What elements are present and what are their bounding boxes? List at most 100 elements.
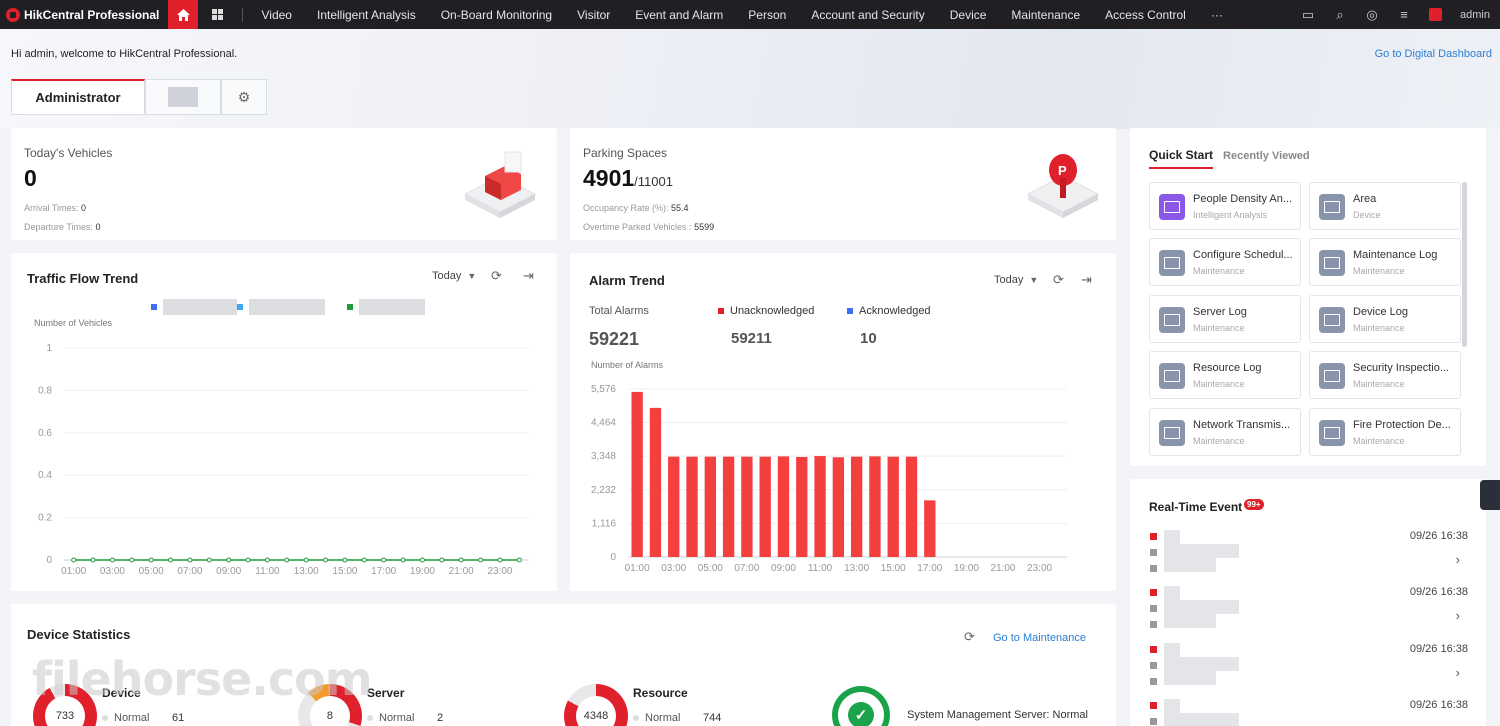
compass-icon[interactable]: ◎ bbox=[1365, 7, 1379, 22]
legend-swatch bbox=[347, 304, 353, 310]
tab-custom[interactable] bbox=[145, 79, 221, 115]
alarm-bar bbox=[649, 407, 662, 557]
maintenance-icon bbox=[1319, 363, 1345, 389]
tab-quick-start[interactable]: Quick Start bbox=[1149, 148, 1214, 169]
event-level-icon bbox=[1150, 589, 1157, 596]
x-tick-label: 13:00 bbox=[844, 563, 869, 574]
x-tick-label: 11:00 bbox=[255, 566, 280, 577]
list-icon[interactable]: ≡ bbox=[1397, 7, 1411, 22]
redacted-legend-label bbox=[359, 299, 425, 315]
tile-name: Network Transmis... bbox=[1193, 419, 1291, 431]
redacted-event-detail bbox=[1164, 671, 1216, 685]
event-row[interactable]: 09/26 16:38 › bbox=[1150, 586, 1470, 642]
quick-start-tile[interactable]: Security Inspectio... Maintenance bbox=[1309, 351, 1461, 399]
quick-start-tile[interactable]: Area Device bbox=[1309, 182, 1461, 230]
alarm-bar bbox=[759, 456, 771, 557]
home-button[interactable] bbox=[168, 0, 198, 29]
x-tick-label: 15:00 bbox=[881, 563, 906, 574]
redacted-event-detail bbox=[1164, 558, 1216, 572]
nav-item-intelligent-analysis[interactable]: Intelligent Analysis bbox=[304, 8, 428, 22]
quick-start-tabs: Quick Start Recently Viewed bbox=[1149, 148, 1310, 169]
tile-name: Area bbox=[1353, 193, 1377, 205]
quick-start-tile[interactable]: Maintenance Log Maintenance bbox=[1309, 238, 1461, 286]
legend-item[interactable] bbox=[151, 299, 237, 315]
tile-name: People Density An... bbox=[1193, 193, 1293, 205]
y-tick-label: 4,464 bbox=[591, 418, 616, 429]
export-icon[interactable]: ⇥ bbox=[1081, 272, 1092, 288]
system-server-ring[interactable]: ✓ bbox=[832, 686, 890, 726]
vehicle-illustration-icon bbox=[463, 151, 537, 218]
nav-item-access-control[interactable]: Access Control bbox=[1093, 8, 1199, 22]
quick-start-tile[interactable]: Server Log Maintenance bbox=[1149, 295, 1301, 343]
search-icon[interactable]: ⌕ bbox=[1333, 7, 1347, 22]
nav-item-maintenance[interactable]: Maintenance bbox=[999, 8, 1093, 22]
data-point bbox=[187, 557, 193, 563]
event-row[interactable]: 09/26 16:38 › bbox=[1150, 530, 1470, 586]
alarm-bar bbox=[869, 456, 881, 557]
folder-icon[interactable]: ▭ bbox=[1301, 7, 1315, 22]
refresh-icon[interactable]: ⟳ bbox=[491, 268, 502, 284]
overtime-value: 5599 bbox=[694, 222, 715, 232]
quick-start-tile[interactable]: Resource Log Maintenance bbox=[1149, 351, 1301, 399]
quick-start-tile[interactable]: People Density An... Intelligent Analysi… bbox=[1149, 182, 1301, 230]
refresh-icon[interactable]: ⟳ bbox=[964, 629, 975, 645]
nav-item-on-board-monitoring[interactable]: On-Board Monitoring bbox=[428, 8, 564, 22]
occupancy-label: Occupancy Rate (%): bbox=[583, 203, 669, 213]
quick-start-tile[interactable]: Fire Protection De... Maintenance bbox=[1309, 408, 1461, 456]
alarm-bar bbox=[668, 456, 680, 557]
legend-item[interactable] bbox=[347, 299, 425, 315]
tab-administrator[interactable]: Administrator bbox=[11, 79, 145, 115]
chevron-right-icon[interactable]: › bbox=[1456, 665, 1460, 680]
unacknowledged-label: Unacknowledged bbox=[730, 305, 815, 317]
nav-item-visitor[interactable]: Visitor bbox=[565, 8, 623, 22]
app-grid-button[interactable] bbox=[198, 0, 236, 29]
maintenance-icon bbox=[1159, 250, 1185, 276]
side-panel-handle[interactable] bbox=[1480, 480, 1500, 510]
tab-recently-viewed[interactable]: Recently Viewed bbox=[1223, 150, 1310, 162]
event-row[interactable]: 09/26 16:38 bbox=[1150, 699, 1470, 726]
gear-icon: ⚙ bbox=[237, 88, 251, 105]
home-icon bbox=[176, 8, 190, 21]
user-menu[interactable]: admin bbox=[1460, 9, 1490, 21]
event-row[interactable]: 09/26 16:38 › bbox=[1150, 643, 1470, 699]
data-point bbox=[419, 557, 425, 563]
quick-start-tile[interactable]: Device Log Maintenance bbox=[1309, 295, 1461, 343]
legend-item[interactable] bbox=[237, 299, 325, 315]
nav-item-event-and-alarm[interactable]: Event and Alarm bbox=[623, 8, 736, 22]
nav-item-account-and-security[interactable]: Account and Security bbox=[799, 8, 937, 22]
alarm-range-select[interactable]: Today ▼ bbox=[994, 274, 1038, 286]
resource-status-ring[interactable]: 4348 bbox=[564, 684, 628, 726]
nav-item-device[interactable]: Device bbox=[937, 8, 999, 22]
data-point bbox=[497, 557, 503, 563]
quick-start-tile[interactable]: Network Transmis... Maintenance bbox=[1149, 408, 1301, 456]
resource-normal-value: 744 bbox=[703, 712, 722, 724]
people-density-icon bbox=[1159, 194, 1185, 220]
refresh-icon[interactable]: ⟳ bbox=[1053, 272, 1064, 288]
brand[interactable]: HikCentral Professional bbox=[0, 7, 168, 22]
go-to-maintenance-link[interactable]: Go to Maintenance bbox=[993, 632, 1086, 644]
x-tick-label: 07:00 bbox=[734, 563, 759, 574]
data-point bbox=[323, 557, 329, 563]
event-time: 09/26 16:38 bbox=[1409, 586, 1468, 598]
data-point bbox=[206, 557, 212, 563]
tab-settings-button[interactable]: ⚙ bbox=[221, 79, 267, 115]
resource-stat-name: Resource bbox=[633, 686, 688, 700]
nav-more-button[interactable]: ··· bbox=[1198, 8, 1235, 22]
alarm-trend-card: Alarm Trend Today ▼ ⟳ ⇥ Total Alarms 592… bbox=[570, 253, 1116, 591]
y-tick-label: 2,232 bbox=[591, 485, 616, 496]
quick-start-scrollbar[interactable] bbox=[1462, 182, 1467, 347]
export-icon[interactable]: ⇥ bbox=[523, 268, 534, 284]
tile-module: Maintenance bbox=[1193, 323, 1245, 333]
y-tick-label: 0.8 bbox=[38, 385, 52, 396]
redacted-legend-label bbox=[163, 299, 237, 315]
maintenance-icon bbox=[1159, 307, 1185, 333]
svg-text:P: P bbox=[1058, 163, 1067, 178]
notification-icon[interactable] bbox=[1429, 8, 1443, 21]
nav-item-video[interactable]: Video bbox=[249, 8, 304, 22]
chevron-right-icon[interactable]: › bbox=[1456, 608, 1460, 623]
nav-item-person[interactable]: Person bbox=[736, 8, 799, 22]
quick-start-tile[interactable]: Configure Schedul... Maintenance bbox=[1149, 238, 1301, 286]
traffic-range-select[interactable]: Today ▼ bbox=[432, 270, 476, 282]
chevron-right-icon[interactable]: › bbox=[1456, 552, 1460, 567]
digital-dashboard-link[interactable]: Go to Digital Dashboard bbox=[1375, 48, 1492, 60]
